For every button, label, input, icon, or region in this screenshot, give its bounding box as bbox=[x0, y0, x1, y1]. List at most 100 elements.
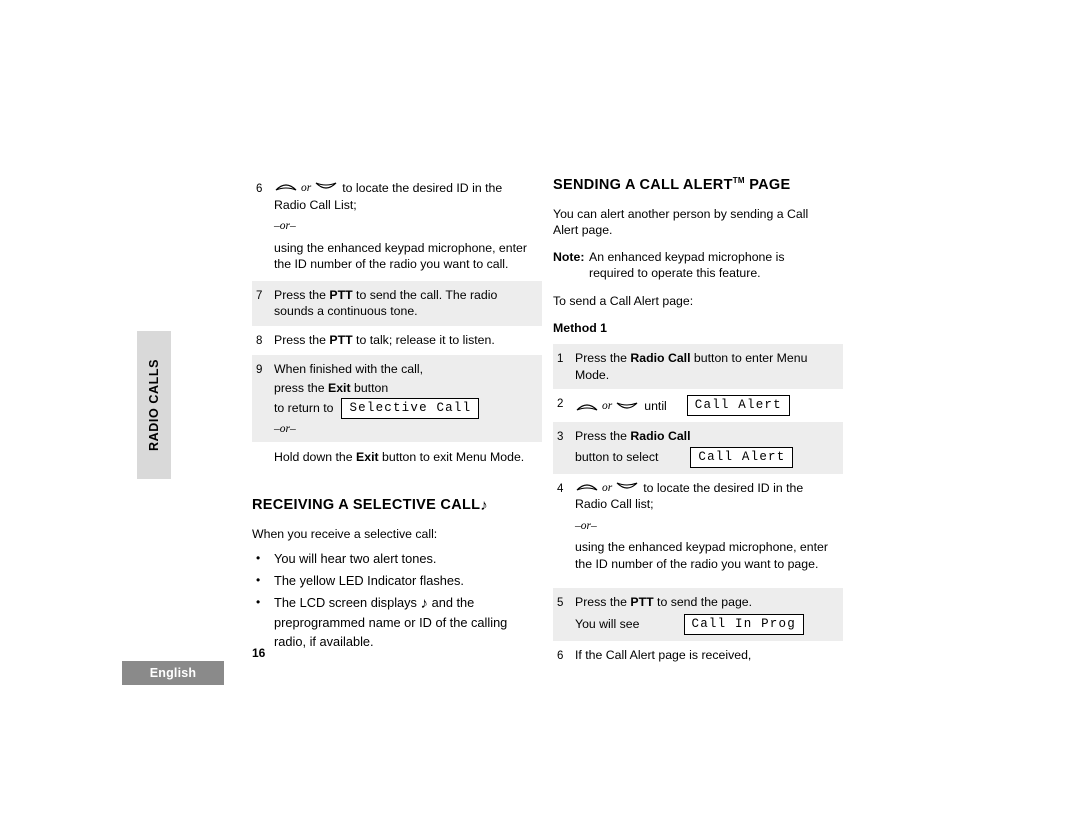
step-text: When finished with the call, bbox=[274, 362, 424, 376]
step-text-cont: to send the call. The radio bbox=[352, 287, 498, 302]
step-9-final-line: Hold down the Exit button to exit Menu M… bbox=[252, 441, 542, 472]
music-note-icon: ♪ bbox=[420, 594, 429, 612]
note-line1: An enhanced keypad microphone is bbox=[589, 249, 785, 264]
step-text: Press the bbox=[274, 332, 330, 347]
lcd-display-call-alert-2: Call Alert bbox=[690, 446, 794, 468]
bullet-text: The yellow LED Indicator flashes. bbox=[274, 572, 464, 588]
or-divider: –or– bbox=[274, 423, 296, 435]
step-number: 7 bbox=[256, 289, 263, 302]
step-text-4a: Hold down the bbox=[274, 449, 357, 464]
list-item: 4 or to locate the desired ID in the Rad… bbox=[553, 474, 843, 579]
list-item: 1 Press the Radio Call button to enter M… bbox=[553, 344, 843, 390]
step-text-line2: sounds a continuous tone. bbox=[274, 304, 418, 318]
language-tab-label: English bbox=[149, 666, 197, 680]
list-item: 2 or until Call Alert bbox=[553, 389, 843, 422]
or-separator: or bbox=[602, 399, 613, 412]
right-column: SENDING A CALL ALERTTM PAGE You can aler… bbox=[553, 176, 843, 670]
bullet-text-line3: radio, if available. bbox=[274, 633, 374, 649]
list-item: 8 Press the PTT to talk; release it to l… bbox=[252, 326, 542, 356]
step-text: Press the bbox=[575, 429, 631, 444]
lcd-display-selective-call: Selective Call bbox=[341, 398, 480, 419]
note-block: Note: An enhanced keypad microphone is r… bbox=[553, 249, 843, 282]
list-item: 3 Press the Radio Call button to select … bbox=[553, 422, 843, 474]
left-column: 6 or to locate the desired ID in the Rad… bbox=[252, 180, 542, 654]
lcd-display-call-in-prog: Call In Prog bbox=[683, 613, 804, 635]
step-alt-line1: using the enhanced keypad microphone, en… bbox=[274, 240, 527, 255]
up-arrow-button-icon bbox=[275, 180, 297, 191]
step-text: Press the bbox=[274, 287, 330, 302]
list-item: The LCD screen displays ♪ and the prepro… bbox=[252, 593, 542, 651]
bullet-text-line2: preprogrammed name or ID of the calling bbox=[274, 614, 508, 630]
heading-text: RECEIVING A SELECTIVE CALL bbox=[252, 497, 481, 513]
step-number: 5 bbox=[557, 597, 564, 610]
step-number: 2 bbox=[557, 398, 564, 411]
up-arrow-button-icon bbox=[576, 480, 598, 491]
method-number: 1 bbox=[600, 321, 607, 336]
list-item: The yellow LED Indicator flashes. bbox=[252, 571, 542, 590]
method-heading: Method 1 bbox=[553, 321, 843, 335]
list-item: 6 or to locate the desired ID in the Rad… bbox=[252, 180, 542, 273]
step-text: to locate the desired ID in the bbox=[342, 181, 503, 195]
step-number: 3 bbox=[557, 431, 564, 444]
list-item: 6 If the Call Alert page is received, bbox=[553, 641, 843, 671]
music-note-icon: ♪ bbox=[480, 497, 489, 514]
exit-button-label: Exit bbox=[328, 380, 351, 395]
step-text: Press the bbox=[575, 595, 631, 610]
step-alt-line2: the ID number of the radio you want to c… bbox=[274, 257, 509, 271]
step-text-cont: button to select bbox=[575, 450, 659, 465]
page-title-sending: SENDING A CALL ALERTTM PAGE bbox=[553, 176, 843, 193]
or-separator: or bbox=[301, 182, 312, 194]
language-tab: English bbox=[122, 661, 224, 685]
step-number: 1 bbox=[557, 353, 564, 366]
list-item: 5 Press the PTT to send the page. You wi… bbox=[553, 588, 843, 641]
receiving-bullet-list: You will hear two alert tones. The yello… bbox=[252, 549, 542, 651]
sending-intro-line2: Alert page. bbox=[553, 223, 613, 238]
exit-button-label-2: Exit bbox=[356, 449, 379, 464]
trademark-sup: TM bbox=[732, 176, 745, 185]
step-text-line2: You will see bbox=[575, 617, 640, 632]
or-separator: or bbox=[602, 481, 613, 494]
step-text: to locate the desired ID in the bbox=[643, 480, 804, 495]
heading-tail: PAGE bbox=[744, 176, 791, 193]
ptt-label: PTT bbox=[329, 287, 353, 302]
bullet-text: You will hear two alert tones. bbox=[274, 550, 437, 566]
method-label: Method bbox=[553, 321, 597, 336]
document-page: RADIO CALLS English 1 6 6 or to locate th… bbox=[0, 0, 1080, 834]
step-text-4b: button to exit Menu Mode. bbox=[378, 449, 525, 464]
step-number: 9 bbox=[256, 364, 263, 376]
up-arrow-button-icon bbox=[576, 400, 598, 411]
step-alt-line1: using the enhanced keypad microphone, en… bbox=[575, 540, 828, 555]
heading-text: SENDING A CALL ALERT bbox=[553, 176, 733, 193]
down-arrow-button-icon bbox=[616, 480, 638, 491]
lcd-display-call-alert: Call Alert bbox=[686, 395, 790, 417]
ptt-label: PTT bbox=[630, 595, 654, 610]
bullet-text-cont: and the bbox=[431, 594, 475, 610]
down-arrow-button-icon bbox=[616, 400, 638, 411]
list-item: 7 Press the PTT to send the call. The ra… bbox=[252, 280, 542, 326]
sending-lead: To send a Call Alert page: bbox=[553, 293, 694, 308]
step-text-3: to return to bbox=[274, 401, 334, 416]
note-line2: required to operate this feature. bbox=[589, 266, 761, 281]
section-side-tab: RADIO CALLS bbox=[137, 331, 171, 479]
step-number: 8 bbox=[256, 334, 263, 347]
list-item: You will hear two alert tones. bbox=[252, 549, 542, 568]
step-number: 6 bbox=[557, 649, 564, 662]
step-text-2a: press the bbox=[274, 380, 328, 395]
list-item: 9 When finished with the call, press the… bbox=[252, 355, 542, 442]
ptt-label: PTT bbox=[329, 332, 353, 347]
radio-call-button-label: Radio Call bbox=[630, 351, 691, 366]
step-text-line2: Radio Call List; bbox=[274, 197, 357, 212]
bullet-text: The LCD screen displays bbox=[274, 594, 417, 610]
note-label: Note: bbox=[553, 249, 585, 264]
sending-intro-line1: You can alert another person by sending … bbox=[553, 206, 809, 221]
radio-call-button-label: Radio Call bbox=[630, 429, 691, 444]
step-text-line2: Radio Call list; bbox=[575, 497, 654, 512]
step-text-cont: to send the page. bbox=[653, 595, 753, 610]
page-title-receiving: RECEIVING A SELECTIVE CALL♪ bbox=[252, 497, 542, 514]
receiving-intro: When you receive a selective call: bbox=[252, 527, 438, 541]
or-divider: –or– bbox=[575, 519, 597, 532]
section-side-tab-label: RADIO CALLS bbox=[147, 358, 161, 452]
step-text-cont: to talk; release it to listen. bbox=[352, 332, 495, 347]
or-divider: –or– bbox=[274, 220, 296, 232]
step-text: until bbox=[644, 398, 667, 413]
